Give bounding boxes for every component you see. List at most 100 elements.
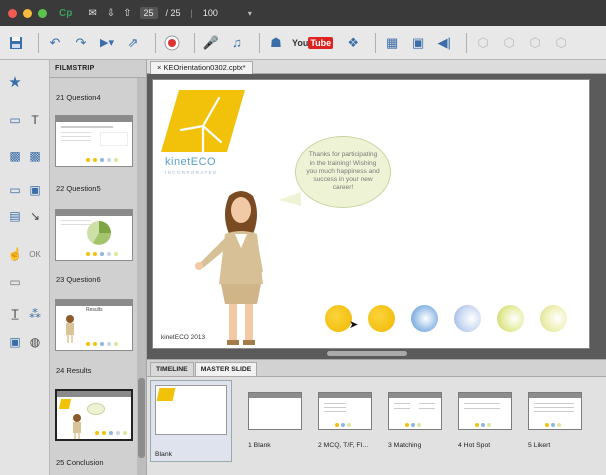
text-icon[interactable]: T — [26, 112, 44, 128]
microphone-icon[interactable]: 🎤 — [201, 33, 221, 53]
main-toolbar: ↶ ↷ ▶▾ ⇗ 🎤 ♫ ☗ You Tube ❖ ▦ ▣ ◀| ⬡ ⬡ ⬡ ⬡ — [0, 26, 606, 60]
disabled-tool-icon[interactable]: ⬡ — [525, 33, 545, 53]
mouse-icon[interactable]: ◍ — [26, 334, 44, 350]
master-slide-label[interactable]: 5 Likert — [528, 442, 550, 449]
character-thumbnail-icon — [66, 315, 74, 343]
master-slide-2-mcq[interactable] — [318, 392, 372, 430]
star-icon[interactable]: ★ — [6, 74, 24, 91]
maximize-window-button[interactable] — [38, 8, 47, 18]
slide-label[interactable]: 23 Question6 — [56, 275, 101, 284]
text-caption-icon[interactable]: ▭ — [6, 112, 24, 128]
music-note-icon[interactable]: ♫ — [227, 33, 247, 53]
filmstrip-tab[interactable]: FILMSTRIP — [50, 60, 146, 78]
text-animation-icon[interactable]: T̲ — [6, 306, 24, 322]
slideshow-icon[interactable]: ▩ — [26, 148, 44, 164]
character-thumbnail-icon — [73, 414, 81, 439]
slide-thumbnail-22[interactable] — [55, 115, 133, 167]
nav-circle-blue-1[interactable] — [411, 305, 438, 332]
nav-circle-blue-2[interactable] — [454, 305, 481, 332]
master-slide-label[interactable]: 1 Blank — [248, 442, 271, 449]
redo-icon[interactable]: ↷ — [71, 33, 91, 53]
speech-bubble[interactable]: Thanks for participating in the training… — [295, 136, 391, 208]
master-slide-1-blank[interactable] — [248, 392, 302, 430]
businesswoman-character-icon[interactable] — [191, 188, 291, 348]
undo-icon[interactable]: ↶ — [45, 33, 65, 53]
stage: kinetECO INCORPORATED Thanks for partici… — [147, 74, 606, 359]
download-icon[interactable]: ⇩ — [107, 8, 115, 19]
divider: | — [190, 8, 193, 18]
cursor-path-icon[interactable]: ↘ — [26, 208, 44, 224]
mail-icon[interactable]: ✉ — [88, 8, 96, 19]
slide-thumbnail-24[interactable]: Results — [55, 299, 133, 351]
layers-icon[interactable]: ▤ — [6, 208, 24, 224]
previous-page-arrow-icon[interactable]: ⇧ — [123, 8, 131, 19]
minimize-window-button[interactable] — [23, 8, 32, 18]
captivate-logo-icon: Cp — [59, 7, 73, 19]
effects-icon[interactable]: ⁂ — [26, 306, 44, 322]
page-total: / 25 — [165, 8, 181, 18]
image-icon[interactable]: ▩ — [6, 148, 24, 164]
audio-toggle-icon[interactable]: ◀| — [434, 33, 454, 53]
save-icon[interactable] — [6, 33, 26, 53]
speech-text: Thanks for participating in the training… — [306, 151, 380, 192]
slide-footer: kinetECO 2013 — [161, 334, 206, 341]
rectangle-icon[interactable]: ▭ — [6, 182, 24, 198]
master-slide-label[interactable]: 3 Matching — [388, 442, 421, 449]
nav-circle-yellow-2[interactable] — [368, 305, 395, 332]
object-toolbar: ★ ▭ T ▩ ▩ ▭ ▣ ▤ ↘ ☝ OK ▭ T̲ ⁂ ▣ ◍ — [0, 60, 50, 475]
document-tab[interactable]: × KEOrientation0302.cptx* — [150, 61, 253, 74]
monitor-icon[interactable]: ▣ — [26, 182, 44, 198]
slide-thumbnail-25-selected[interactable] — [55, 389, 133, 441]
zoom-dropdown-chevron-icon[interactable]: ▾ — [248, 9, 252, 18]
nav-circle-yellow-1[interactable] — [325, 305, 352, 332]
scrollbar-thumb[interactable] — [138, 378, 145, 458]
zoom-field[interactable]: 100 — [203, 8, 218, 18]
disabled-tool-icon[interactable]: ⬡ — [473, 33, 493, 53]
slide-label[interactable]: 22 Question5 — [56, 184, 101, 193]
toolbar-divider — [375, 32, 377, 53]
slide-canvas[interactable]: kinetECO INCORPORATED Thanks for partici… — [152, 79, 590, 349]
slide-thumbnail-23[interactable] — [55, 209, 133, 261]
brand-subtitle: INCORPORATED — [165, 170, 218, 175]
master-slide-3-matching[interactable] — [388, 392, 442, 430]
current-page-field[interactable]: 25 — [139, 7, 158, 19]
thumbnail-title: Results — [86, 307, 103, 313]
master-slide-label[interactable]: 2 MCQ, T/F, FI... — [318, 442, 368, 449]
video-icon[interactable]: ▣ — [6, 334, 24, 350]
disabled-tool-icon[interactable]: ⬡ — [499, 33, 519, 53]
button-icon[interactable]: OK — [26, 246, 44, 262]
document-tab-bar: × KEOrientation0302.cptx* — [147, 60, 606, 74]
slide-label[interactable]: 25 Conclusion — [56, 458, 104, 467]
shapes-icon[interactable]: ❖ — [343, 33, 363, 53]
master-slide-5-likert[interactable] — [528, 392, 582, 430]
disabled-tool-icon[interactable]: ⬡ — [551, 33, 571, 53]
record-icon[interactable] — [162, 33, 182, 53]
bottom-panel-tabs: TIMELINE MASTER SLIDE — [147, 360, 606, 377]
youtube-button[interactable]: You Tube — [292, 36, 334, 49]
toolbar-divider — [259, 32, 260, 53]
characters-icon[interactable]: ☗ — [266, 33, 286, 53]
tab-master-slide[interactable]: MASTER SLIDE — [194, 362, 258, 376]
title-bar: Cp ✉ ⇩ ⇧ 25 / 25 | 100 ▾ — [0, 0, 606, 26]
stage-scrollbar[interactable] — [327, 351, 407, 356]
pie-chart-icon — [87, 221, 111, 245]
text-entry-icon[interactable]: ▭ — [6, 274, 24, 290]
master-slide-label[interactable]: 4 Hot Spot — [458, 442, 490, 449]
mouse-cursor-icon: ➤ — [349, 319, 359, 331]
close-window-button[interactable] — [8, 8, 17, 18]
slide-view-icon[interactable]: ▣ — [408, 33, 428, 53]
master-slide-4-hot-spot[interactable] — [458, 392, 512, 430]
nav-circle-green-1[interactable] — [497, 305, 524, 332]
publish-icon[interactable]: ⇗ — [123, 33, 143, 53]
table-icon[interactable]: ▦ — [382, 33, 402, 53]
master-slide-panel: TIMELINE MASTER SLIDE Blank 1 Blank 2 MC… — [147, 359, 606, 475]
toolbar-divider — [466, 32, 468, 53]
slide-label[interactable]: 24 Results — [56, 366, 91, 375]
tab-timeline[interactable]: TIMELINE — [150, 362, 194, 376]
nav-circle-green-2[interactable] — [540, 305, 567, 332]
preview-play-icon[interactable]: ▶▾ — [97, 33, 117, 53]
slide-label[interactable]: 21 Question4 — [56, 93, 101, 102]
master-slide-main[interactable]: Blank — [150, 380, 232, 462]
filmstrip-scrollbar[interactable] — [137, 78, 146, 475]
click-box-icon[interactable]: ☝ — [6, 246, 24, 262]
